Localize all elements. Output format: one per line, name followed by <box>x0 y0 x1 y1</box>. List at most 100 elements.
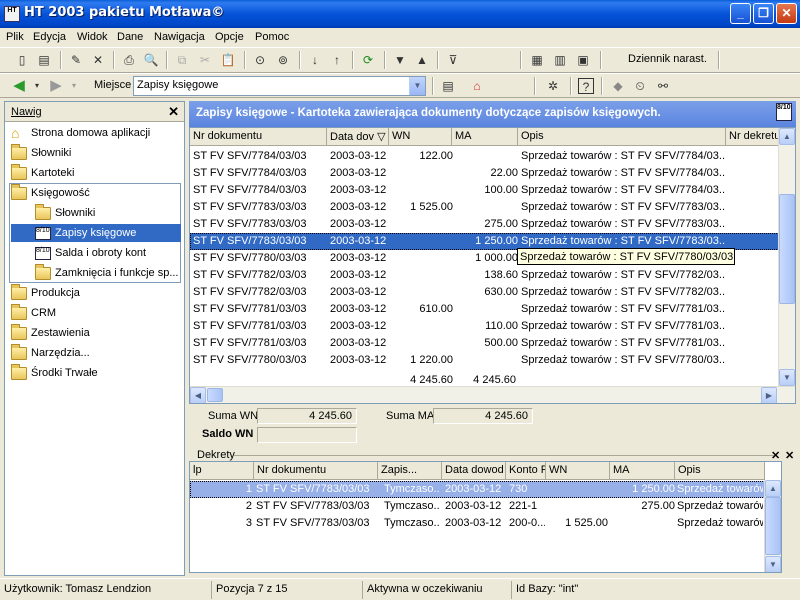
menu-dane[interactable]: Dane <box>117 31 143 43</box>
scroll-down-icon[interactable]: ▼ <box>765 556 781 572</box>
close-icon[interactable]: ✕ <box>168 104 179 120</box>
horizontal-scrollbar[interactable]: ◀ ▶ <box>190 386 795 403</box>
sort-descending-icon[interactable]: ↑ <box>329 52 345 68</box>
table-row[interactable]: ST FV SFV/7784/03/03 2003-03-12 22.00 Sprze… <box>190 165 779 182</box>
scroll-up-icon[interactable]: ▲ <box>779 128 795 145</box>
scroll-thumb[interactable] <box>207 388 223 402</box>
table-row[interactable]: ST FV SFV/7783/03/03 2003-03-12 1 525.00 Sp… <box>190 199 779 216</box>
back-dropdown-icon[interactable]: ▾ <box>29 78 45 94</box>
help-icon[interactable]: ? <box>578 78 594 94</box>
dekrety-column-data[interactable]: Data dowod <box>442 462 506 480</box>
scroll-thumb[interactable] <box>779 194 795 304</box>
column-header-wn[interactable]: WN <box>389 128 452 146</box>
dekrety-column-lp[interactable]: lp <box>190 462 254 480</box>
find-next-icon[interactable]: ⊚ <box>275 52 291 68</box>
journal-button[interactable]: Dziennik narast. <box>622 50 713 71</box>
scroll-down-icon[interactable]: ▼ <box>779 369 795 386</box>
calculator-icon[interactable]: ▣ <box>575 52 591 68</box>
next-record-icon[interactable]: ▼ <box>392 52 408 68</box>
nav-item-crm[interactable]: CRM <box>11 303 56 322</box>
refresh-icon[interactable]: ⟳ <box>360 52 376 68</box>
dekrety-column-ma[interactable]: MA <box>610 462 675 480</box>
cut-icon[interactable]: ✂ <box>197 52 213 68</box>
document-tree-icon[interactable]: ▤ <box>440 78 456 94</box>
scroll-up-icon[interactable]: ▲ <box>765 480 781 497</box>
menu-opcje[interactable]: Opcje <box>215 31 244 43</box>
back-icon[interactable]: ◀ <box>11 78 27 94</box>
table-row[interactable]: 3 ST FV SFV/7783/03/03 Tymczaso... 2003-03-… <box>190 515 765 532</box>
close-button[interactable]: ✕ <box>776 3 797 24</box>
columns-icon[interactable]: ▥ <box>552 52 568 68</box>
column-header-opis[interactable]: Opis <box>518 128 726 146</box>
previous-record-icon[interactable]: ▲ <box>414 52 430 68</box>
table-row[interactable]: 1 ST FV SFV/7783/03/03 Tymczaso... 2003-03-… <box>190 481 765 498</box>
find-icon[interactable]: ⊙ <box>252 52 268 68</box>
nav-item-kartoteki[interactable]: Kartoteki <box>11 163 74 182</box>
table-row[interactable]: ST FV SFV/7784/03/03 2003-03-12 122.00 Sprz… <box>190 148 779 165</box>
dekrety-column-wn[interactable]: WN <box>546 462 610 480</box>
menu-widok[interactable]: Widok <box>77 31 108 43</box>
table-row[interactable]: 2 ST FV SFV/7783/03/03 Tymczaso... 2003-03-… <box>190 498 765 515</box>
restore-button[interactable]: ❐ <box>753 3 774 24</box>
new-document-icon[interactable]: ▯ <box>14 52 30 68</box>
filter-icon[interactable]: ⊽ <box>445 52 461 68</box>
scroll-right-icon[interactable]: ▶ <box>761 387 777 403</box>
menu-edycja[interactable]: Edycja <box>33 31 66 43</box>
print-preview-icon[interactable]: 🔍 <box>143 52 159 68</box>
forward-dropdown-icon[interactable]: ▾ <box>66 78 82 94</box>
title-bar[interactable]: HT HT 2003 pakietu Motława© _ ❐ ✕ <box>0 0 800 28</box>
chevron-down-icon[interactable]: ▼ <box>409 77 425 95</box>
table-row[interactable]: ST FV SFV/7784/03/03 2003-03-12 100.00 Sprz… <box>190 182 779 199</box>
menu-pomoc[interactable]: Pomoc <box>255 31 289 43</box>
app-icon[interactable]: HT <box>4 6 20 22</box>
scroll-left-icon[interactable]: ◀ <box>190 387 206 403</box>
paste-icon[interactable]: 📋 <box>220 52 236 68</box>
table-row[interactable]: ST FV SFV/7780/03/03 2003-03-12 1 220.00 Sp… <box>190 352 779 369</box>
location-combo[interactable]: Zapisy księgowe ▼ <box>133 76 426 96</box>
table-row[interactable]: ST FV SFV/7782/03/03 2003-03-12 630.00 Sprz… <box>190 284 779 301</box>
delete-icon[interactable]: ✕ <box>90 52 106 68</box>
minimize-button[interactable]: _ <box>730 3 751 24</box>
table-row[interactable]: ST FV SFV/7781/03/03 2003-03-12 610.00 Sprz… <box>190 301 779 318</box>
table-row[interactable]: ST FV SFV/7782/03/03 2003-03-12 138.60 Sprz… <box>190 267 779 284</box>
dekrety-column-konto[interactable]: Konto F <box>506 462 546 480</box>
nav-item-salda[interactable]: 8/10 Salda i obroty kont <box>35 244 146 262</box>
properties-icon[interactable]: ▤ <box>36 52 52 68</box>
nav-item-slowniki[interactable]: Słowniki <box>11 143 71 162</box>
settings-icon[interactable]: ✲ <box>545 78 561 94</box>
print-icon[interactable]: ⎙ <box>121 52 137 68</box>
column-header-nr-dokumentu[interactable]: Nr dokumentu <box>190 128 327 146</box>
table-row[interactable]: ST FV SFV/7781/03/03 2003-03-12 110.00 Sprz… <box>190 318 779 335</box>
forward-icon[interactable]: ▶ <box>48 78 64 94</box>
home-icon[interactable]: ⌂ <box>469 78 485 94</box>
dekrety-column-opis[interactable]: Opis <box>675 462 765 480</box>
document-list-icon[interactable]: ▦ <box>529 52 545 68</box>
nav-item-ksiegowosc-slowniki[interactable]: Słowniki <box>35 203 95 222</box>
column-header-data[interactable]: Data dov ▽ <box>327 128 389 146</box>
column-header-nr-dekretu[interactable]: Nr dekretu <box>726 128 786 146</box>
nav-item-ksiegowosc[interactable]: Księgowość <box>11 183 90 202</box>
sort-ascending-icon[interactable]: ↓ <box>307 52 323 68</box>
menu-nawigacja[interactable]: Nawigacja <box>154 31 205 43</box>
table-row[interactable]: ST FV SFV/7783/03/03 2003-03-12 275.00 Sprz… <box>190 216 779 233</box>
nav-item-zapisy-ksiegowe[interactable]: 8/10 Zapisy księgowe <box>11 224 181 242</box>
dekrety-vertical-scrollbar[interactable]: ▲ ▼ <box>764 480 781 572</box>
clock-icon[interactable]: ⏲ <box>632 78 648 94</box>
edit-icon[interactable]: ✎ <box>68 52 84 68</box>
dekrety-column-nr-dokumentu[interactable]: Nr dokumentu <box>254 462 378 480</box>
nav-item-narzedzia[interactable]: Narzędzia... <box>11 343 90 362</box>
menu-plik[interactable]: Plik <box>6 31 24 43</box>
table-row[interactable]: ST FV SFV/7781/03/03 2003-03-12 500.00 Sprz… <box>190 335 779 352</box>
dekrety-column-zapis[interactable]: Zapis... <box>378 462 442 480</box>
nav-item-home[interactable]: ⌂ Strona domowa aplikacji <box>11 124 150 142</box>
vertical-scrollbar[interactable]: ▲ ▼ <box>778 128 795 386</box>
nav-item-zamkniecia[interactable]: Zamknięcia i funkcje sp... <box>35 263 179 282</box>
nav-item-zestawienia[interactable]: Zestawienia <box>11 323 90 342</box>
nav-item-srodki-trwale[interactable]: Środki Trwałe <box>11 363 98 382</box>
eraser-icon[interactable]: ◆ <box>610 78 626 94</box>
column-header-ma[interactable]: MA <box>452 128 518 146</box>
copy-icon[interactable]: ⧉ <box>174 52 190 68</box>
close-icon[interactable]: ✕ <box>785 449 794 462</box>
connection-icon[interactable]: ⚯ <box>655 78 671 94</box>
nav-item-produkcja[interactable]: Produkcja <box>11 283 80 302</box>
